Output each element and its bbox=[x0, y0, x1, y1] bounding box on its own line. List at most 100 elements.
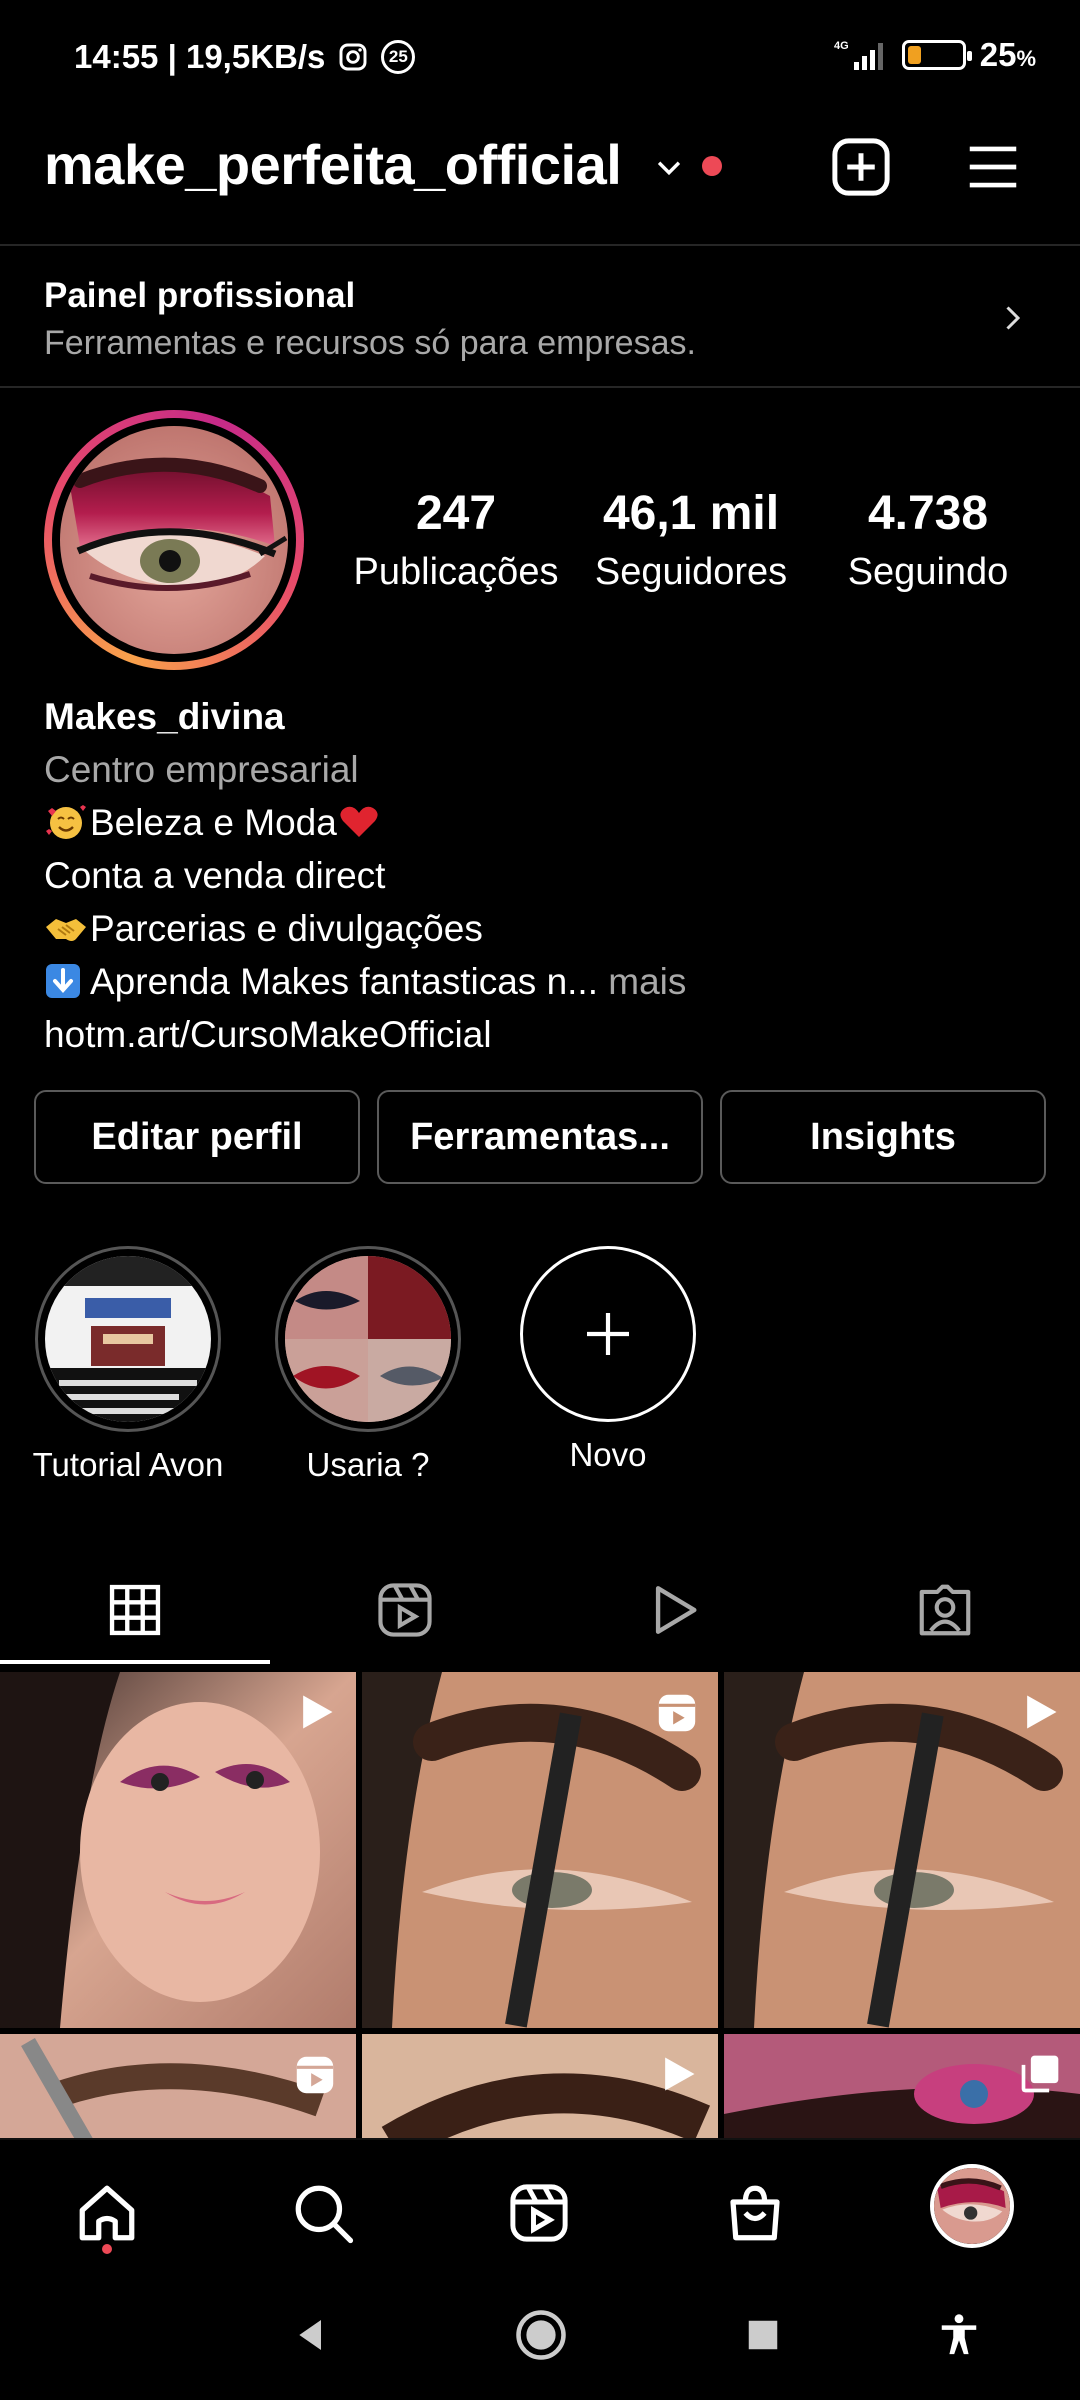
notification-count-badge: 25 bbox=[381, 40, 416, 74]
header-divider bbox=[0, 244, 1080, 246]
accessibility-button[interactable] bbox=[924, 2300, 994, 2370]
account-switch-chevron-icon[interactable] bbox=[652, 150, 686, 189]
post-thumbnail[interactable] bbox=[724, 1672, 1080, 2028]
nav-shop-button[interactable] bbox=[710, 2168, 800, 2258]
nav-profile-avatar[interactable] bbox=[930, 2164, 1014, 2248]
highlight-cover-image bbox=[45, 1256, 211, 1422]
professional-dashboard-subtitle: Ferramentas e recursos só para empresas. bbox=[44, 324, 696, 362]
stat-following-value: 4.738 bbox=[867, 487, 989, 540]
highlight-label: Tutorial Avon bbox=[32, 1446, 224, 1483]
profile-category: Centro empresarial bbox=[44, 749, 359, 790]
professional-dashboard-row[interactable] bbox=[0, 248, 1080, 388]
play-icon bbox=[656, 2052, 700, 2101]
tagged-icon bbox=[919, 1584, 971, 1636]
tab-video[interactable] bbox=[540, 1560, 810, 1660]
battery-percent: 25 bbox=[979, 36, 1017, 73]
notification-dot bbox=[702, 156, 722, 176]
hamburger-menu-icon bbox=[969, 146, 1017, 188]
search-icon bbox=[295, 2185, 354, 2244]
play-icon bbox=[1018, 1690, 1062, 1739]
down-arrow-icon bbox=[46, 964, 80, 998]
reels-icon bbox=[292, 2052, 338, 2103]
bio-line: Conta a venda direct bbox=[44, 855, 386, 896]
add-highlight-button[interactable] bbox=[520, 1246, 696, 1422]
smiling-face-hearts-icon bbox=[46, 805, 86, 839]
avatar-image bbox=[60, 426, 288, 654]
home-circle-icon bbox=[516, 2310, 566, 2360]
stat-following[interactable]: 4.738 Seguindo bbox=[838, 486, 1018, 594]
recents-square-icon bbox=[748, 2320, 778, 2350]
home-icon bbox=[79, 2185, 135, 2241]
profile-link[interactable]: hotm.art/CursoMakeOfficial bbox=[44, 1008, 686, 1061]
menu-button[interactable] bbox=[958, 132, 1028, 202]
carousel-icon bbox=[1018, 2052, 1062, 2101]
back-triangle-icon bbox=[299, 2320, 321, 2350]
post-thumbnail[interactable] bbox=[0, 1672, 356, 2028]
bio-line-text: Aprenda Makes fantasticas n... bbox=[90, 961, 598, 1002]
reels-icon bbox=[510, 2184, 568, 2242]
instagram-icon bbox=[337, 41, 369, 73]
panel-divider bbox=[0, 386, 1080, 388]
bio-line: Beleza e Moda bbox=[44, 796, 686, 849]
plus-icon bbox=[587, 1313, 629, 1355]
bio-line: Aprenda Makes fantasticas n... mais bbox=[44, 955, 686, 1008]
reels-icon bbox=[654, 1690, 700, 1741]
stat-followers[interactable]: 46,1 mil Seguidores bbox=[590, 486, 792, 594]
accessibility-icon bbox=[941, 2314, 977, 2355]
highlight-cover-image bbox=[285, 1256, 451, 1422]
profile-avatar[interactable] bbox=[44, 410, 304, 670]
highlight-label: Novo bbox=[569, 1436, 647, 1473]
battery-fill bbox=[907, 46, 921, 64]
bio-line-text: Parcerias e divulgações bbox=[90, 908, 483, 949]
status-bar-left: 14:55 | 19,5KB/s 25 bbox=[74, 38, 416, 76]
nav-reels-button[interactable] bbox=[494, 2168, 584, 2258]
video-play-icon bbox=[655, 1586, 697, 1634]
plus-square-icon bbox=[832, 138, 890, 196]
post-thumbnail[interactable] bbox=[724, 2034, 1080, 2138]
edit-profile-button[interactable]: Editar perfil bbox=[34, 1090, 360, 1184]
chevron-right-icon bbox=[994, 300, 1030, 341]
red-heart-icon bbox=[340, 806, 378, 837]
display-name: Makes_divina bbox=[44, 696, 285, 737]
battery-unit: % bbox=[1016, 46, 1036, 71]
post-thumbnail[interactable] bbox=[362, 1672, 718, 2028]
tools-button[interactable]: Ferramentas... bbox=[377, 1090, 703, 1184]
highlight-usaria[interactable]: Usaria ? bbox=[272, 1246, 464, 1484]
create-post-button[interactable] bbox=[826, 132, 896, 202]
stat-followers-value: 46,1 mil bbox=[602, 487, 780, 540]
status-bar: 14:55 | 19,5KB/s 25 4G 25% bbox=[0, 0, 1080, 118]
stat-followers-label: Seguidores bbox=[594, 551, 788, 593]
professional-dashboard-title: Painel profissional bbox=[44, 276, 356, 315]
stat-following-label: Seguindo bbox=[847, 551, 1009, 593]
insights-button[interactable]: Insights bbox=[720, 1090, 1046, 1184]
system-back-button[interactable] bbox=[276, 2300, 346, 2370]
grid-icon bbox=[109, 1584, 161, 1636]
bio-more-link[interactable]: mais bbox=[608, 961, 686, 1002]
battery-icon bbox=[901, 40, 972, 70]
play-icon bbox=[294, 1690, 338, 1739]
shopping-bag-icon bbox=[730, 2185, 780, 2241]
stat-posts-value: 247 bbox=[415, 487, 497, 540]
status-time: 14:55 | 19,5KB/s bbox=[74, 38, 326, 75]
nav-search-button[interactable] bbox=[278, 2168, 368, 2258]
highlight-label: Usaria ? bbox=[306, 1446, 430, 1483]
tab-tagged[interactable] bbox=[810, 1560, 1080, 1660]
stat-posts-label: Publicações bbox=[353, 551, 559, 593]
post-thumbnail[interactable] bbox=[362, 2034, 718, 2138]
profile-bio: Makes_divina Centro empresarial Beleza e… bbox=[44, 690, 686, 1061]
bio-line-text: Beleza e Moda bbox=[90, 802, 337, 843]
tab-grid[interactable] bbox=[0, 1560, 270, 1660]
highlight-new[interactable]: Novo bbox=[512, 1246, 704, 1474]
post-thumbnail[interactable] bbox=[0, 2034, 356, 2138]
nav-home-indicator-dot bbox=[102, 2244, 112, 2254]
signal-icon: 4G bbox=[834, 38, 888, 72]
highlight-tutorial-avon[interactable]: Tutorial Avon bbox=[32, 1246, 224, 1484]
stat-posts[interactable]: 247 Publicações bbox=[352, 486, 560, 594]
account-username[interactable]: make_perfeita_official bbox=[44, 132, 622, 197]
system-home-button[interactable] bbox=[506, 2300, 576, 2370]
active-tab-indicator bbox=[0, 1660, 270, 1664]
tab-reels[interactable] bbox=[270, 1560, 540, 1660]
status-bar-right: 4G 25% bbox=[834, 36, 1036, 74]
bio-line: Parcerias e divulgações bbox=[44, 902, 686, 955]
system-recents-button[interactable] bbox=[728, 2300, 798, 2370]
